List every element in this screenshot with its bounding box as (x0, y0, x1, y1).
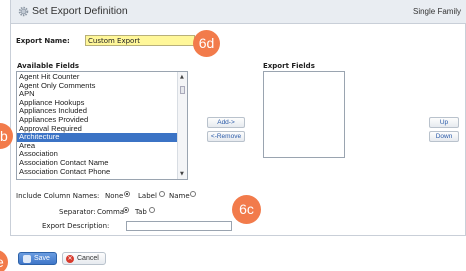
gear-icon (18, 6, 29, 17)
separator-label: Separator: (59, 208, 96, 216)
move-up-button[interactable]: Up (429, 117, 459, 128)
dialog-titlebar: Set Export Definition Single Family (11, 0, 466, 24)
scroll-down-arrow-icon[interactable]: ▼ (180, 171, 184, 177)
separator-comma-label: Comma (97, 208, 125, 216)
column-option-label-radio[interactable] (159, 191, 165, 197)
available-fields-heading: Available Fields (17, 62, 80, 70)
separator-comma-radio[interactable] (123, 207, 129, 213)
export-fields-list[interactable] (263, 71, 345, 158)
callout-6c: 6c (232, 195, 261, 224)
separator-tab-label: Tab (135, 208, 147, 216)
export-name-label: Export Name: (16, 37, 70, 45)
scroll-up-arrow-icon[interactable]: ▲ (180, 74, 184, 80)
move-down-button[interactable]: Down (429, 131, 459, 142)
column-option-name-label: Name (169, 192, 190, 200)
save-disk-icon (23, 255, 31, 263)
export-name-field[interactable] (85, 35, 195, 46)
column-option-name-radio[interactable] (190, 191, 196, 197)
available-field-item[interactable]: Agent Only Comments (17, 81, 179, 91)
export-fields-heading: Export Fields (263, 62, 315, 70)
cancel-button-label: Cancel (77, 255, 99, 262)
include-column-names-label: Include Column Names: (16, 192, 100, 200)
available-field-item[interactable]: Association Contact Phone (17, 167, 179, 177)
column-option-none-radio[interactable] (124, 191, 130, 197)
callout-6e: 6e (0, 250, 8, 271)
save-button-label: Save (34, 255, 50, 262)
save-button[interactable]: Save (18, 252, 57, 265)
property-type-label: Single Family (412, 7, 461, 16)
cancel-x-icon: ✕ (66, 255, 74, 263)
column-option-label-label: Label (138, 192, 157, 200)
available-field-item-selected[interactable]: Architecture (17, 133, 179, 142)
cancel-button[interactable]: ✕ Cancel (62, 252, 106, 265)
export-description-label: Export Description: (42, 222, 110, 230)
available-fields-list[interactable]: Agent Hit Counter Agent Only Comments AP… (16, 71, 188, 180)
scrollbar-thumb[interactable] (180, 86, 185, 94)
add-field-button[interactable]: Add-> (207, 117, 245, 128)
callout-6d: 6d (193, 30, 220, 57)
separator-tab-radio[interactable] (149, 207, 155, 213)
export-description-field[interactable] (126, 221, 232, 231)
dialog-title: Set Export Definition (32, 5, 128, 17)
remove-field-button[interactable]: <-Remove (207, 131, 245, 142)
available-fields-scrollbar[interactable]: ▲ ▼ (177, 72, 187, 179)
column-option-none-label: None (105, 192, 124, 200)
